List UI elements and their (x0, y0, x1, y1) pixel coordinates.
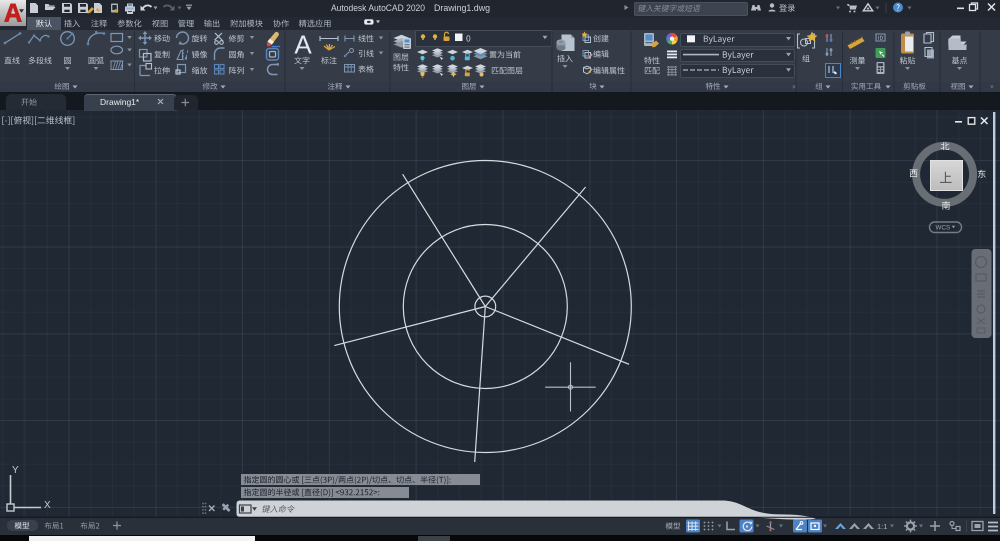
svg-text:A: A (294, 30, 312, 60)
svg-text:Drawing1.dwg: Drawing1.dwg (434, 3, 490, 13)
svg-text:Y: Y (12, 465, 19, 476)
svg-text:Drawing1*: Drawing1* (100, 97, 140, 107)
svg-text:X: X (44, 500, 51, 511)
svg-text:Autodesk AutoCAD 2020: Autodesk AutoCAD 2020 (331, 3, 425, 13)
svg-text:WCS: WCS (936, 225, 951, 232)
svg-text:1:1: 1:1 (877, 522, 887, 531)
